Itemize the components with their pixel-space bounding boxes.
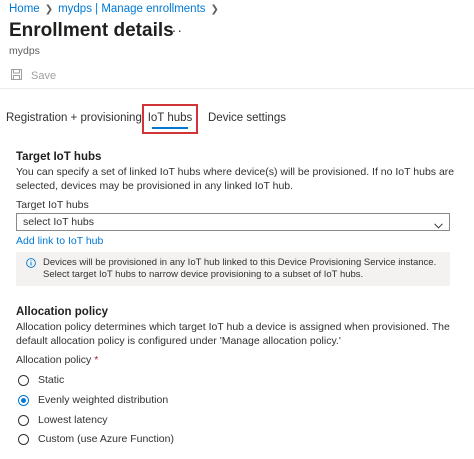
more-options-button[interactable]: ··· xyxy=(166,22,183,38)
tab-iot-hubs[interactable]: IoT hubs xyxy=(142,104,198,134)
target-hubs-heading: Target IoT hubs xyxy=(16,151,102,163)
info-icon xyxy=(26,258,36,272)
radio-option-custom[interactable]: Custom (use Azure Function) xyxy=(18,433,174,445)
radio-label: Lowest latency xyxy=(38,414,108,426)
breadcrumb-resource-link[interactable]: mydps | Manage enrollments xyxy=(58,3,205,15)
tab-iot-hubs-label: IoT hubs xyxy=(147,112,193,124)
info-banner: Devices will be provisioned in any IoT h… xyxy=(16,252,450,286)
radio-label: Static xyxy=(38,374,65,386)
allocation-policy-description: Allocation policy determines which targe… xyxy=(16,321,450,347)
target-hubs-field-label: Target IoT hubs xyxy=(16,199,89,211)
radio-button[interactable] xyxy=(18,433,29,445)
toolbar-divider xyxy=(0,88,474,89)
radio-option-static[interactable]: Static xyxy=(18,374,64,386)
target-hubs-dropdown[interactable]: select IoT hubs xyxy=(16,213,450,231)
tab-bar: Registration + provisioning IoT hubs Dev… xyxy=(0,104,474,134)
save-label: Save xyxy=(31,70,57,82)
target-hubs-description: You can specify a set of linked IoT hubs… xyxy=(16,166,455,192)
allocation-policy-label-text: Allocation policy xyxy=(16,354,92,366)
chevron-right-icon: ❯ xyxy=(210,3,219,15)
target-hubs-dropdown-value: select IoT hubs xyxy=(23,216,95,228)
page-subtitle: mydps xyxy=(9,45,40,57)
chevron-right-icon: ❯ xyxy=(44,3,54,15)
radio-option-lowest-latency[interactable]: Lowest latency xyxy=(18,414,107,426)
radio-button[interactable] xyxy=(18,374,29,386)
tab-device-settings[interactable]: Device settings xyxy=(208,112,286,124)
radio-label: Custom (use Azure Function) xyxy=(38,433,174,445)
allocation-policy-heading: Allocation policy xyxy=(16,306,109,318)
info-banner-text: Devices will be provisioned in any IoT h… xyxy=(43,257,437,280)
page-title: Enrollment details xyxy=(9,20,174,41)
required-indicator: * xyxy=(94,354,99,366)
breadcrumb-home-link[interactable]: Home xyxy=(9,3,40,15)
radio-button[interactable] xyxy=(18,414,29,426)
radio-option-evenly-weighted[interactable]: Evenly weighted distribution xyxy=(18,394,168,406)
allocation-policy-field-label: Allocation policy * xyxy=(16,354,98,366)
add-link-to-iot-hub-link[interactable]: Add link to IoT hub xyxy=(16,235,103,247)
radio-button-checked[interactable] xyxy=(18,394,29,406)
tab-registration-provisioning[interactable]: Registration + provisioning xyxy=(6,112,142,124)
breadcrumb: Home ❯ mydps | Manage enrollments ❯ xyxy=(9,3,219,15)
save-icon xyxy=(11,69,22,83)
radio-label: Evenly weighted distribution xyxy=(38,394,169,406)
chevron-down-icon xyxy=(434,218,443,234)
save-button[interactable]: Save xyxy=(11,69,56,83)
selected-tab-indicator xyxy=(152,127,188,129)
